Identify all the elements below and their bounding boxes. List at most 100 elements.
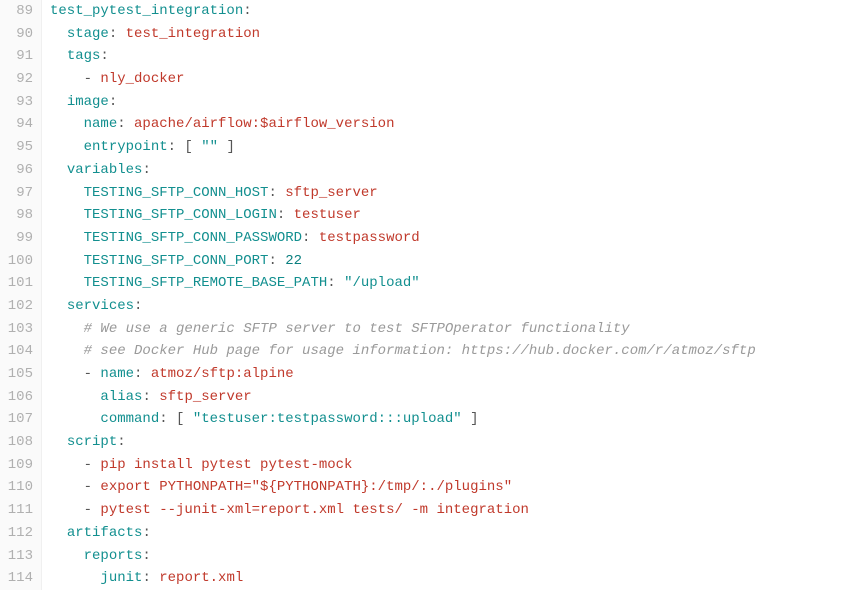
token: junit xyxy=(100,570,142,586)
line-number: 89 xyxy=(0,0,33,23)
token: # see Docker Hub page for usage informat… xyxy=(84,343,756,359)
token: stage xyxy=(67,26,109,42)
token: test_pytest_integration xyxy=(50,3,243,19)
code-line[interactable]: image: xyxy=(50,91,850,114)
token: - xyxy=(84,71,101,87)
token: sftp_server xyxy=(285,185,377,201)
token: TESTING_SFTP_CONN_PORT xyxy=(84,253,269,269)
code-line[interactable]: junit: report.xml xyxy=(50,567,850,590)
token: artifacts xyxy=(67,525,143,541)
code-line[interactable]: TESTING_SFTP_CONN_HOST: sftp_server xyxy=(50,182,850,205)
token: : xyxy=(142,162,150,178)
code-line[interactable]: script: xyxy=(50,431,850,454)
line-number: 107 xyxy=(0,408,33,431)
line-number: 113 xyxy=(0,545,33,568)
code-line[interactable]: artifacts: xyxy=(50,522,850,545)
token: - xyxy=(84,366,101,382)
token: variables xyxy=(67,162,143,178)
line-number: 97 xyxy=(0,182,33,205)
code-line[interactable]: TESTING_SFTP_CONN_LOGIN: testuser xyxy=(50,204,850,227)
token: TESTING_SFTP_CONN_LOGIN xyxy=(84,207,277,223)
token: report.xml xyxy=(159,570,243,586)
code-line[interactable]: TESTING_SFTP_CONN_PASSWORD: testpassword xyxy=(50,227,850,250)
token: reports xyxy=(84,548,143,564)
code-content[interactable]: test_pytest_integration: stage: test_int… xyxy=(42,0,850,590)
code-line[interactable]: name: apache/airflow:$airflow_version xyxy=(50,113,850,136)
code-line[interactable]: services: xyxy=(50,295,850,318)
code-line[interactable]: TESTING_SFTP_REMOTE_BASE_PATH: "/upload" xyxy=(50,272,850,295)
code-line[interactable]: - pytest --junit-xml=report.xml tests/ -… xyxy=(50,499,850,522)
token: : xyxy=(134,366,151,382)
line-number: 108 xyxy=(0,431,33,454)
token: name xyxy=(84,116,118,132)
code-line[interactable]: - pip install pytest pytest-mock xyxy=(50,454,850,477)
line-number: 96 xyxy=(0,159,33,182)
line-number: 90 xyxy=(0,23,33,46)
token: : xyxy=(100,48,108,64)
token: : xyxy=(134,298,142,314)
token: "/upload" xyxy=(344,275,420,291)
token: pytest --junit-xml=report.xml tests/ -m … xyxy=(100,502,528,518)
token: : xyxy=(109,26,126,42)
line-number: 103 xyxy=(0,318,33,341)
token: # We use a generic SFTP server to test S… xyxy=(84,321,630,337)
token: : xyxy=(243,3,251,19)
token: : xyxy=(117,434,125,450)
code-line[interactable]: tags: xyxy=(50,45,850,68)
token: - xyxy=(84,502,101,518)
token: tags xyxy=(67,48,101,64)
line-number: 112 xyxy=(0,522,33,545)
code-line[interactable]: alias: sftp_server xyxy=(50,386,850,409)
line-number: 93 xyxy=(0,91,33,114)
token: apache/airflow:$airflow_version xyxy=(134,116,394,132)
line-number: 100 xyxy=(0,250,33,273)
line-number: 101 xyxy=(0,272,33,295)
token: - xyxy=(84,457,101,473)
token: name xyxy=(100,366,134,382)
token: - xyxy=(84,479,101,495)
token: : xyxy=(268,185,285,201)
line-number: 109 xyxy=(0,454,33,477)
token: ] xyxy=(218,139,235,155)
token: ] xyxy=(462,411,479,427)
token: image xyxy=(67,94,109,110)
token: export PYTHONPATH="${PYTHONPATH}:/tmp/:.… xyxy=(100,479,512,495)
token: : xyxy=(302,230,319,246)
line-number: 114 xyxy=(0,567,33,590)
line-number: 95 xyxy=(0,136,33,159)
token: : xyxy=(109,94,117,110)
code-line[interactable]: stage: test_integration xyxy=(50,23,850,46)
code-line[interactable]: - name: atmoz/sftp:alpine xyxy=(50,363,850,386)
token: testuser xyxy=(294,207,361,223)
code-line[interactable]: # see Docker Hub page for usage informat… xyxy=(50,340,850,363)
code-line[interactable]: - export PYTHONPATH="${PYTHONPATH}:/tmp/… xyxy=(50,476,850,499)
token: : xyxy=(117,116,134,132)
token: TESTING_SFTP_CONN_HOST xyxy=(84,185,269,201)
token: script xyxy=(67,434,117,450)
code-line[interactable]: entrypoint: [ "" ] xyxy=(50,136,850,159)
line-number: 98 xyxy=(0,204,33,227)
token: : xyxy=(142,525,150,541)
line-number: 106 xyxy=(0,386,33,409)
line-number: 91 xyxy=(0,45,33,68)
token: testpassword xyxy=(319,230,420,246)
code-line[interactable]: test_pytest_integration: xyxy=(50,0,850,23)
token: "" xyxy=(201,139,218,155)
code-line[interactable]: - nly_docker xyxy=(50,68,850,91)
line-number: 110 xyxy=(0,476,33,499)
code-line[interactable]: command: [ "testuser:testpassword:::uplo… xyxy=(50,408,850,431)
token: nly_docker xyxy=(100,71,184,87)
token: TESTING_SFTP_REMOTE_BASE_PATH xyxy=(84,275,328,291)
code-line[interactable]: variables: xyxy=(50,159,850,182)
token: : xyxy=(268,253,285,269)
token: 22 xyxy=(285,253,302,269)
token: : xyxy=(142,389,159,405)
code-line[interactable]: TESTING_SFTP_CONN_PORT: 22 xyxy=(50,250,850,273)
token: : xyxy=(142,548,150,564)
code-line[interactable]: # We use a generic SFTP server to test S… xyxy=(50,318,850,341)
code-line[interactable]: reports: xyxy=(50,545,850,568)
token: "testuser:testpassword:::upload" xyxy=(193,411,462,427)
line-number: 94 xyxy=(0,113,33,136)
token: : [ xyxy=(159,411,193,427)
token: atmoz/sftp:alpine xyxy=(151,366,294,382)
